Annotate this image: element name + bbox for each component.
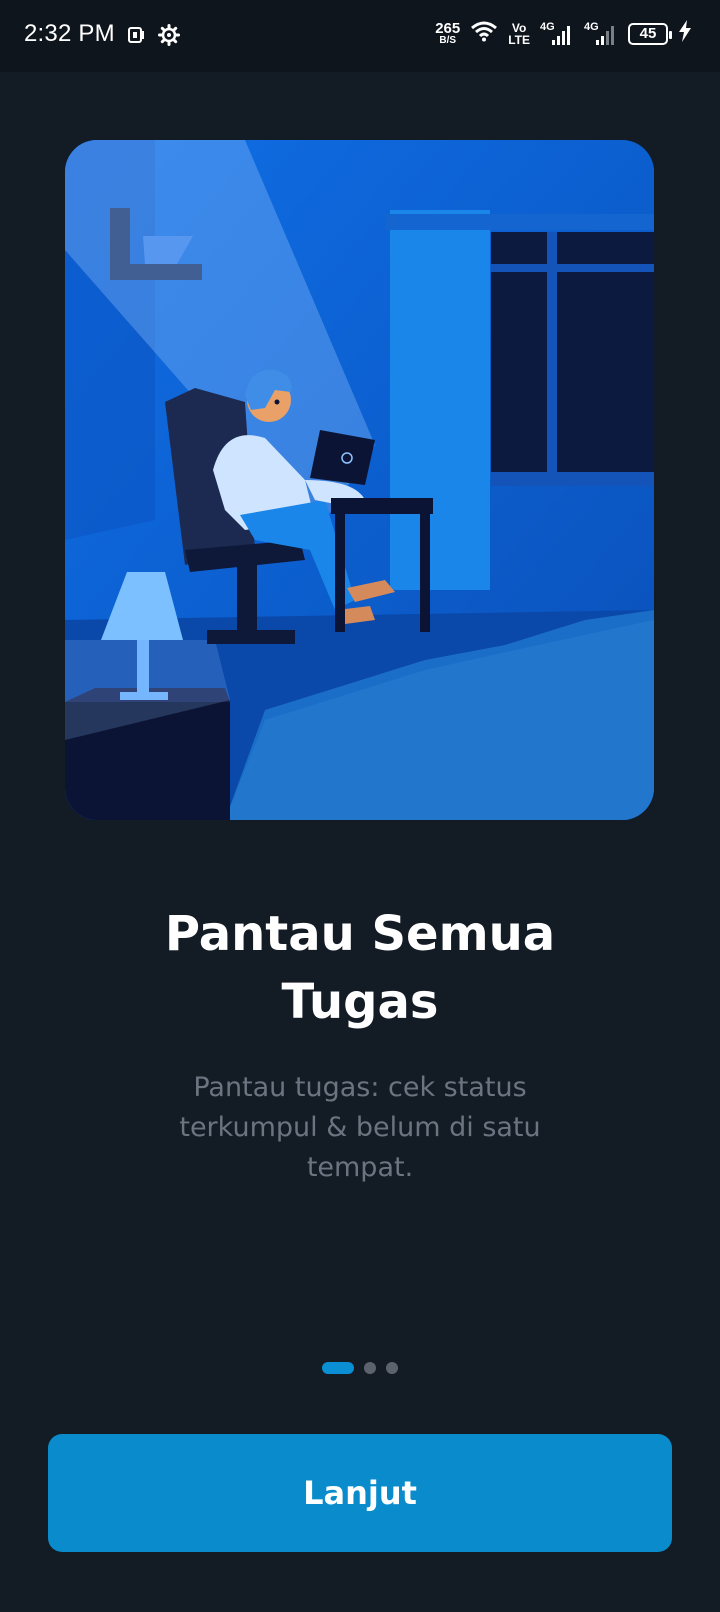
status-time: 2:32 PM xyxy=(24,20,115,47)
wifi-icon xyxy=(470,20,498,47)
sim1-signal-icon: 4G xyxy=(540,21,574,47)
page-dot-3 xyxy=(386,1362,398,1374)
status-bar: 2:32 PM 265 B/S Vo LTE 4G 4G 45 xyxy=(0,0,720,72)
page-indicator xyxy=(0,1362,720,1374)
gear-icon xyxy=(158,24,180,51)
next-button[interactable]: Lanjut xyxy=(48,1434,672,1552)
notification-app-icon xyxy=(126,25,146,50)
volte-indicator: Vo LTE xyxy=(508,20,530,47)
battery-icon: 45 xyxy=(628,22,672,45)
page-dot-2 xyxy=(364,1362,376,1374)
page-dot-1 xyxy=(322,1362,354,1374)
onboarding-description: Pantau tugas: cek status terkumpul & bel… xyxy=(179,1072,541,1183)
onboarding-title: Pantau Semua Tugas xyxy=(164,906,556,1030)
network-speed: 265 B/S xyxy=(435,20,461,46)
onboarding-illustration xyxy=(65,140,654,820)
sim2-signal-icon: 4G xyxy=(584,21,618,47)
charging-icon xyxy=(678,20,692,47)
